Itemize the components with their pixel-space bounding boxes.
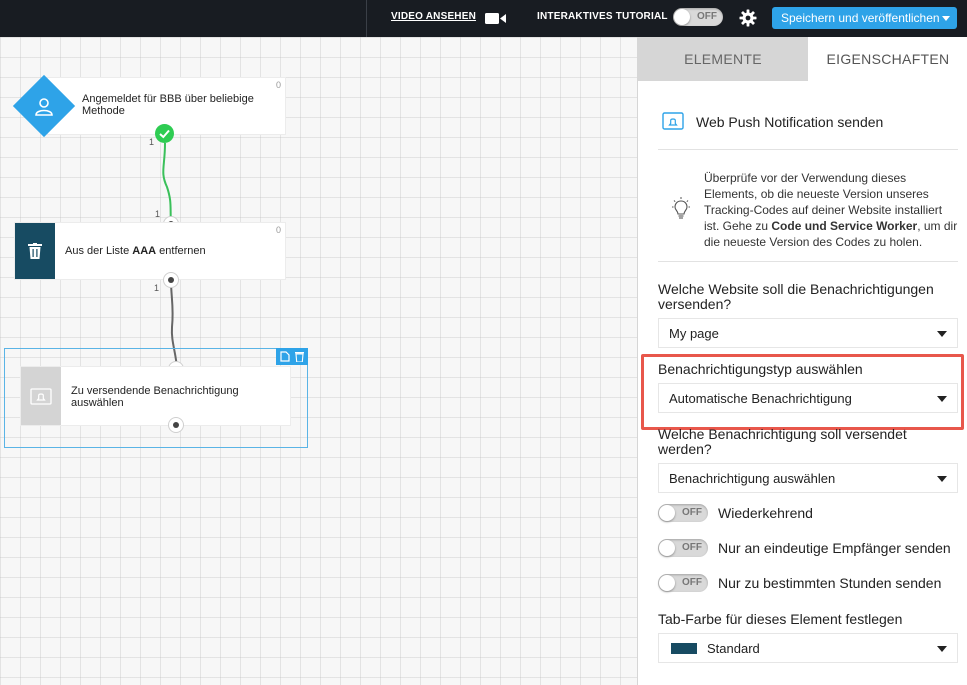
- tab-properties[interactable]: EIGENSCHAFTEN: [808, 37, 967, 81]
- option-label: Wiederkehrend: [718, 505, 813, 521]
- toggle-knob: [659, 575, 675, 591]
- workflow-canvas[interactable]: Angemeldet für BBB über beliebige Method…: [0, 37, 637, 685]
- copy-icon[interactable]: [280, 351, 290, 362]
- notification-label: Welche Benachrichtigung soll versendet w…: [658, 426, 907, 457]
- notification-type-value: Automatische Benachrichtigung: [669, 391, 852, 406]
- trigger-node-label: Angemeldet für BBB über beliebige Method…: [82, 93, 254, 117]
- bell-icon: [30, 388, 52, 405]
- info-text: Überprüfe vor der Verwendung dieses Elem…: [704, 171, 958, 249]
- tab-elements[interactable]: ELEMENTE: [638, 37, 808, 81]
- node-output-port[interactable]: [163, 272, 179, 288]
- publish-button[interactable]: Speichern und veröffentlichen: [772, 7, 957, 29]
- toggle-knob: [659, 540, 675, 556]
- top-bar: VIDEO ANSEHEN INTERAKTIVES TUTORIAL OFF …: [0, 0, 967, 37]
- person-icon: [35, 98, 53, 116]
- toggle-knob: [674, 9, 690, 25]
- toggle-knob: [659, 505, 675, 521]
- color-swatch: [671, 643, 697, 654]
- code-service-worker-link[interactable]: Code und Service Worker: [771, 219, 917, 233]
- chevron-down-icon: [937, 476, 947, 482]
- recurring-toggle[interactable]: OFF: [658, 504, 708, 522]
- connector-line-1: [162, 142, 172, 226]
- lightbulb-icon: [672, 197, 690, 219]
- chevron-down-icon: [937, 331, 947, 337]
- video-link[interactable]: VIDEO ANSEHEN: [391, 11, 476, 22]
- toggle-state: OFF: [682, 507, 702, 518]
- trash-icon[interactable]: [295, 351, 304, 362]
- node-output-port[interactable]: [168, 417, 184, 433]
- trash-icon: [28, 243, 42, 259]
- remove-from-list-node[interactable]: Aus der Liste AAA entfernen 0: [15, 223, 285, 279]
- panel-title: Web Push Notification senden: [696, 114, 884, 130]
- topbar-divider: [366, 0, 367, 37]
- notification-type-select[interactable]: Automatische Benachrichtigung: [658, 383, 958, 413]
- website-select-value: My page: [669, 326, 719, 341]
- notification-select[interactable]: Benachrichtigung auswählen: [658, 463, 958, 493]
- option-label: Nur an eindeutige Empfänger senden: [718, 540, 951, 556]
- trigger-node-count: 0: [275, 80, 281, 90]
- properties-panel: ELEMENTE EIGENSCHAFTEN Web Push Notifica…: [637, 37, 967, 685]
- website-label: Welche Website soll die Benachrichtigung…: [658, 281, 934, 312]
- success-check-badge: [155, 124, 174, 143]
- bell-icon: [662, 112, 684, 130]
- toggle-state: OFF: [682, 577, 702, 588]
- unique-recipients-toggle[interactable]: OFF: [658, 539, 708, 557]
- check-icon: [159, 129, 170, 139]
- chevron-down-icon: [942, 16, 950, 21]
- connector-out-count: 1: [149, 137, 155, 147]
- connector-out-count: 1: [154, 283, 160, 293]
- tab-color-value: Standard: [707, 641, 760, 656]
- web-push-node-label: Zu versendende Benachrichtigung auswähle…: [71, 385, 239, 409]
- node-icon-box: [21, 367, 61, 425]
- specific-hours-toggle[interactable]: OFF: [658, 574, 708, 592]
- notification-select-value: Benachrichtigung auswählen: [669, 471, 836, 486]
- tab-color-select[interactable]: Standard: [658, 633, 958, 663]
- remove-node-count: 0: [275, 225, 281, 235]
- toggle-state: OFF: [682, 542, 702, 553]
- node-icon-box: [15, 223, 55, 279]
- web-push-node[interactable]: Zu versendende Benachrichtigung auswähle…: [21, 367, 290, 425]
- tutorial-label: INTERAKTIVES TUTORIAL: [537, 11, 668, 22]
- gear-icon[interactable]: [739, 9, 757, 27]
- tab-color-label: Tab-Farbe für dieses Element festlegen: [658, 611, 903, 627]
- video-camera-icon[interactable]: [485, 12, 507, 25]
- toggle-state: OFF: [697, 11, 717, 22]
- option-label: Nur zu bestimmten Stunden senden: [718, 575, 942, 591]
- remove-from-list-label: Aus der Liste AAA entfernen: [65, 245, 206, 257]
- chevron-down-icon: [937, 396, 947, 402]
- notification-type-label: Benachrichtigungstyp auswählen: [658, 361, 863, 377]
- node-toolbar: [276, 348, 308, 365]
- connector-in-count: 1: [155, 209, 161, 219]
- publish-button-label: Speichern und veröffentlichen: [781, 11, 940, 25]
- tutorial-toggle[interactable]: OFF: [673, 8, 723, 26]
- website-select[interactable]: My page: [658, 318, 958, 348]
- chevron-down-icon: [937, 646, 947, 652]
